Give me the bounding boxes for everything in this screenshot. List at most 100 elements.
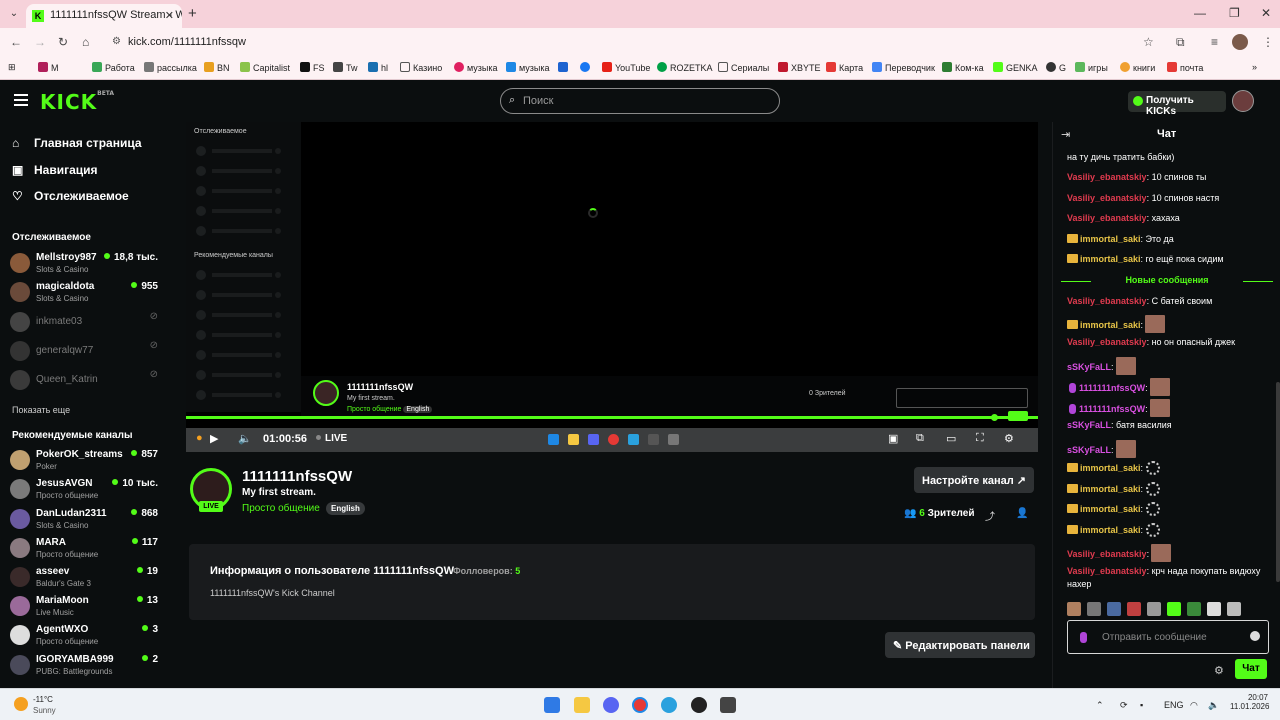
emote-icon[interactable]: [1187, 602, 1201, 616]
bookmark[interactable]: GENKA: [993, 62, 1038, 73]
channel-item[interactable]: Queen_Katrin ⊘: [10, 367, 162, 395]
setup-channel-button[interactable]: Настройте канал ↗: [914, 467, 1034, 493]
channel-item[interactable]: generalqw77 ⊘: [10, 338, 162, 366]
menu-toggle-icon[interactable]: [14, 94, 28, 106]
channel-item[interactable]: MARA Просто общение 117: [10, 535, 162, 563]
channel-item[interactable]: MariaMoon Live Music 13: [10, 593, 162, 621]
bookmark[interactable]: почта: [1167, 62, 1203, 73]
search-input[interactable]: ⌕ Поиск: [500, 88, 780, 114]
channel-name[interactable]: 1111111nfssQW: [242, 468, 352, 485]
emote-icon[interactable]: [1207, 602, 1221, 616]
settings-icon[interactable]: ⚙: [1004, 432, 1014, 445]
chat-settings-icon[interactable]: ⚙: [1214, 664, 1224, 677]
media-icon[interactable]: ≡: [1211, 35, 1218, 49]
bookmark[interactable]: FS: [300, 62, 325, 73]
stream-category[interactable]: Просто общение: [242, 503, 320, 514]
channel-item[interactable]: inkmate03 ⊘: [10, 309, 162, 337]
bookmark[interactable]: Tw: [333, 62, 358, 73]
maximize-icon[interactable]: ❐: [1229, 6, 1240, 20]
chat-scrollbar[interactable]: [1276, 382, 1280, 582]
channel-item[interactable]: IGORYAMBA999 PUBG: Battlegrounds 2: [10, 652, 162, 680]
app-icon[interactable]: [720, 697, 736, 713]
close-tab-icon[interactable]: ✕: [165, 9, 174, 22]
chrome-icon[interactable]: [632, 697, 648, 713]
tray-chevron-icon[interactable]: ⌃: [1096, 700, 1104, 711]
nav-following[interactable]: ♡ Отслеживаемое: [12, 189, 129, 203]
browser-tab[interactable]: K 1111111nfssQW Stream - Watc ✕: [26, 4, 182, 28]
progress-bar[interactable]: [186, 411, 1038, 421]
bookmark[interactable]: [558, 62, 571, 73]
edit-panels-button[interactable]: ✎ Редактировать панели: [885, 632, 1035, 658]
bookmark-star-icon[interactable]: ☆: [1143, 35, 1154, 49]
video-player[interactable]: Отслеживаемое Рекомендуемые каналы 11111…: [186, 122, 1038, 452]
bookmark[interactable]: книги: [1120, 62, 1155, 73]
bookmark[interactable]: M: [38, 62, 59, 73]
collapse-chat-icon[interactable]: ⇥: [1061, 128, 1070, 141]
live-indicator[interactable]: LIVE: [316, 433, 347, 444]
channel-item[interactable]: Mellstroy987 Slots & Casino 18,8 тыс.: [10, 250, 162, 278]
emote-icon[interactable]: [1087, 602, 1101, 616]
bookmark[interactable]: музыка: [454, 62, 498, 73]
new-tab-button[interactable]: +: [188, 5, 197, 22]
tray-app-icon[interactable]: ▪: [1140, 700, 1143, 710]
bookmark[interactable]: музыка: [506, 62, 550, 73]
bookmark[interactable]: XBYTE: [778, 62, 821, 73]
nav-home[interactable]: ⌂ Главная страница: [12, 136, 142, 150]
profile-avatar[interactable]: [1232, 34, 1248, 50]
system-clock[interactable]: 20:07 11.01.2026: [1230, 693, 1269, 711]
bookmark[interactable]: ROZETKA: [657, 62, 713, 73]
kick-logo[interactable]: KICKBETA: [40, 90, 114, 114]
forward-icon[interactable]: →: [34, 35, 46, 49]
bookmark[interactable]: Capitalist: [240, 62, 290, 73]
bookmark[interactable]: Ком-ка: [942, 62, 984, 73]
bookmark[interactable]: YouTube: [602, 62, 650, 73]
emoji-picker-icon[interactable]: [1250, 631, 1260, 641]
channel-item[interactable]: AgentWXO Просто общение 3: [10, 622, 162, 650]
send-chat-button[interactable]: Чат: [1235, 659, 1267, 679]
speaker-icon[interactable]: 🔈: [1208, 700, 1219, 711]
discord-icon[interactable]: [603, 697, 619, 713]
bookmark[interactable]: hl: [368, 62, 388, 73]
tray-sync-icon[interactable]: ⟳: [1120, 700, 1128, 711]
theatre-mode-icon[interactable]: ▭: [946, 432, 956, 445]
reload-icon[interactable]: ↻: [58, 35, 68, 49]
language-tag[interactable]: English: [326, 502, 365, 515]
weather-sun-icon[interactable]: [14, 697, 28, 711]
miniplayer-icon[interactable]: ⧉: [916, 432, 924, 445]
all-bookmarks-icon[interactable]: »: [1252, 62, 1257, 72]
back-icon[interactable]: ←: [10, 35, 22, 49]
volume-icon[interactable]: 🔈: [238, 432, 252, 445]
apps-icon[interactable]: ⊞: [8, 62, 16, 73]
share-icon[interactable]: ⤴: [985, 508, 995, 523]
clip-icon[interactable]: ▣: [888, 432, 898, 445]
bookmark[interactable]: Переводчик: [872, 62, 935, 73]
emote-icon[interactable]: [1167, 602, 1181, 616]
address-bar[interactable]: ⚙ kick.com/1111111nfssqw: [104, 31, 1164, 53]
bookmark[interactable]: BN: [204, 62, 230, 73]
menu-icon[interactable]: ⋮: [1262, 35, 1274, 49]
start-icon[interactable]: [544, 697, 560, 713]
bookmark[interactable]: G: [1046, 62, 1066, 73]
fullscreen-icon[interactable]: ⛶: [976, 432, 984, 445]
bookmark[interactable]: Карта: [826, 62, 863, 73]
user-avatar[interactable]: [1232, 90, 1254, 112]
emote-icon[interactable]: [1127, 602, 1141, 616]
get-kicks-button[interactable]: Получить KICKs: [1128, 91, 1226, 117]
close-window-icon[interactable]: ✕: [1261, 6, 1271, 20]
chat-input[interactable]: Отправить сообщение: [1067, 620, 1269, 654]
telegram-icon[interactable]: [661, 697, 677, 713]
site-info-icon[interactable]: ⚙: [112, 36, 121, 47]
minimize-icon[interactable]: —: [1194, 6, 1206, 20]
emote-icon[interactable]: [1147, 602, 1161, 616]
channel-item[interactable]: magicaldota Slots & Casino 955: [10, 279, 162, 307]
wifi-icon[interactable]: ◠: [1190, 700, 1198, 711]
language-indicator[interactable]: ENG: [1164, 700, 1184, 710]
nav-browse[interactable]: ▣ Навигация: [12, 163, 98, 177]
bookmark[interactable]: Работа: [92, 62, 135, 73]
emote-icon[interactable]: [1227, 602, 1241, 616]
channel-item[interactable]: JesusAVGN Просто общение 10 тыс.: [10, 476, 162, 504]
app-icon[interactable]: [691, 697, 707, 713]
show-more-link[interactable]: Показать еще: [12, 405, 70, 415]
emote-icon[interactable]: [1067, 602, 1081, 616]
channel-item[interactable]: PokerOK_streams Poker 857: [10, 447, 162, 475]
